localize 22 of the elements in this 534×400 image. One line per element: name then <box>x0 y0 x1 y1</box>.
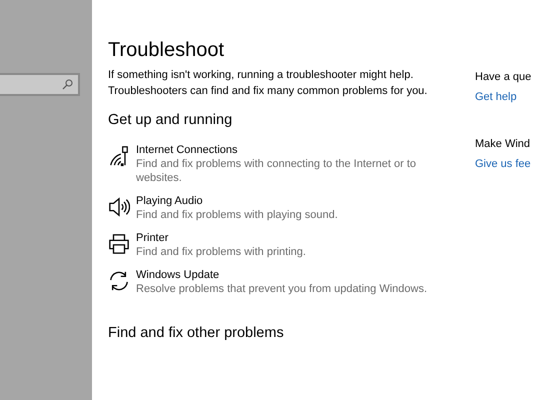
troubleshooter-title[interactable]: Playing Audio <box>136 194 436 208</box>
troubleshooter-title[interactable]: Windows Update <box>136 268 436 282</box>
section-heading: Find and fix other problems <box>108 324 285 342</box>
search-icon <box>62 79 73 90</box>
search-field[interactable] <box>0 73 80 96</box>
help-link[interactable]: Get help <box>475 89 517 105</box>
section-heading: Get up and running <box>108 111 234 129</box>
question-text: Have a que <box>475 70 531 85</box>
troubleshooter-description: Resolve problems that prevent you from updating Windows. <box>136 282 428 296</box>
page-title: Troubleshoot <box>108 38 225 63</box>
printer-icon <box>108 233 130 255</box>
troubleshooter-title[interactable]: Internet Connections <box>136 143 436 157</box>
help-link[interactable]: Give us fee <box>475 156 531 172</box>
question-text: Make Wind <box>475 136 531 152</box>
sync-icon <box>108 270 130 292</box>
wifi-icon <box>108 145 130 167</box>
troubleshooter-description: Find and fix problems with printing. <box>136 245 307 259</box>
speaker-icon <box>108 196 130 218</box>
troubleshooter-title[interactable]: Printer <box>136 231 436 245</box>
description-text: If something isn't working, running a troubleshooter might help. Troubleshooters can find and fix many common problems for you. <box>108 68 428 99</box>
troubleshooter-description: Find and fix problems with playing sound. <box>136 208 339 222</box>
troubleshooter-description: Find and fix problems with connecting to the Internet or to websites. <box>136 157 418 185</box>
